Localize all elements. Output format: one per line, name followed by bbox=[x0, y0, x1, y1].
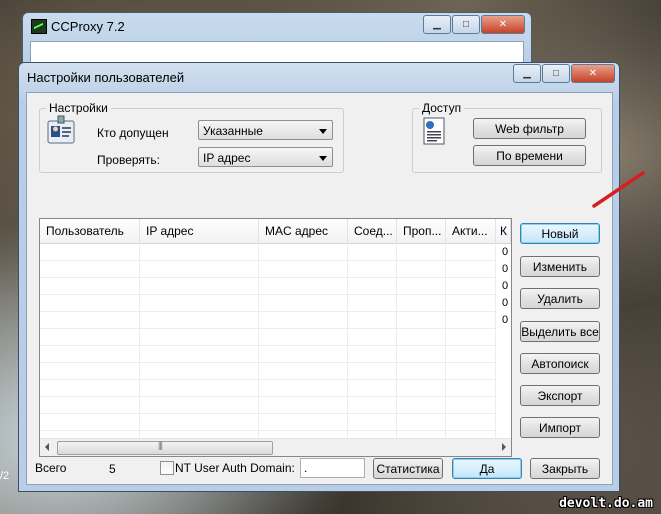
autofind-button[interactable]: Автопоиск bbox=[520, 353, 600, 374]
user-settings-dialog: Настройки пользователей ▁ □ ✕ Настройки … bbox=[18, 62, 620, 492]
who-allowed-label: Кто допущен bbox=[97, 126, 169, 140]
table-cell-k: 0 bbox=[502, 297, 509, 309]
column-header-user[interactable]: Пользователь bbox=[40, 219, 140, 243]
column-divider bbox=[495, 243, 496, 439]
row-divider bbox=[40, 430, 495, 431]
nt-auth-label: NT User Auth Domain: bbox=[175, 461, 295, 475]
table-cell-k: 0 bbox=[502, 246, 509, 258]
scroll-right-icon[interactable] bbox=[502, 443, 506, 451]
dialog-caption-buttons: ▁ □ ✕ bbox=[513, 64, 615, 83]
who-allowed-value: Указанные bbox=[203, 124, 263, 138]
close-icon[interactable]: ✕ bbox=[481, 15, 525, 34]
row-divider bbox=[40, 379, 495, 380]
schedule-button[interactable]: По времени bbox=[473, 145, 586, 166]
row-divider bbox=[40, 396, 495, 397]
column-header-ip[interactable]: IP адрес bbox=[140, 219, 259, 243]
maximize-icon[interactable]: □ bbox=[542, 64, 570, 83]
row-divider bbox=[40, 328, 495, 329]
red-arrow-annotation-icon bbox=[592, 171, 645, 208]
scrollbar-thumb[interactable] bbox=[57, 440, 273, 455]
column-divider bbox=[347, 243, 348, 439]
column-header-active[interactable]: Акти... bbox=[446, 219, 496, 243]
row-divider bbox=[40, 311, 495, 312]
column-divider bbox=[258, 243, 259, 439]
delete-user-button[interactable]: Удалить bbox=[520, 288, 600, 309]
row-divider bbox=[40, 260, 495, 261]
column-divider bbox=[445, 243, 446, 439]
total-label: Всего bbox=[35, 461, 67, 475]
row-divider bbox=[40, 277, 495, 278]
import-button[interactable]: Импорт bbox=[520, 417, 600, 438]
column-header-connections[interactable]: Соед... bbox=[348, 219, 397, 243]
check-by-select[interactable]: IP адрес bbox=[198, 147, 333, 167]
row-divider bbox=[40, 413, 495, 414]
dialog-client-area: Настройки Кто допущен Указанные Проверят… bbox=[26, 92, 613, 485]
table-cell-k: 0 bbox=[502, 263, 509, 275]
select-all-button[interactable]: Выделить все bbox=[520, 321, 600, 342]
background-window-caption-buttons: ▁ □ ✕ bbox=[423, 15, 525, 34]
ok-button[interactable]: Да bbox=[452, 458, 522, 479]
web-filter-button[interactable]: Web фильтр bbox=[473, 118, 586, 139]
export-button[interactable]: Экспорт bbox=[520, 385, 600, 406]
access-group-legend: Доступ bbox=[422, 101, 462, 115]
row-divider bbox=[40, 345, 495, 346]
who-allowed-select[interactable]: Указанные bbox=[198, 120, 333, 140]
nt-auth-checkbox[interactable] bbox=[160, 461, 174, 475]
maximize-icon[interactable]: □ bbox=[452, 15, 480, 34]
horizontal-scrollbar[interactable] bbox=[40, 438, 511, 456]
document-filter-icon bbox=[423, 117, 445, 145]
watermark-text: devolt.do.am bbox=[559, 496, 653, 511]
column-divider bbox=[396, 243, 397, 439]
total-count: 5 bbox=[109, 462, 116, 476]
minimize-icon[interactable]: ▁ bbox=[423, 15, 451, 34]
column-header-bandwidth[interactable]: Проп... bbox=[397, 219, 446, 243]
check-by-value: IP адрес bbox=[203, 151, 251, 165]
table-cell-k: 0 bbox=[502, 280, 509, 292]
column-divider bbox=[139, 243, 140, 439]
scroll-left-icon[interactable] bbox=[45, 443, 49, 451]
check-by-label: Проверять: bbox=[97, 153, 161, 167]
dialog-title: Настройки пользователей bbox=[27, 70, 185, 85]
close-button[interactable]: Закрыть bbox=[530, 458, 600, 479]
minimize-icon[interactable]: ▁ bbox=[513, 64, 541, 83]
edge-fragment-text: /2 bbox=[0, 470, 10, 482]
row-divider bbox=[40, 294, 495, 295]
column-header-mac[interactable]: MAC адрес bbox=[259, 219, 348, 243]
id-card-icon bbox=[47, 115, 75, 144]
row-divider bbox=[40, 362, 495, 363]
statistics-button[interactable]: Статистика bbox=[373, 458, 443, 479]
close-icon[interactable]: ✕ bbox=[571, 64, 615, 83]
chevron-down-icon bbox=[319, 156, 327, 161]
ccproxy-app-icon bbox=[31, 19, 47, 34]
table-cell-k: 0 bbox=[502, 314, 509, 326]
edit-user-button[interactable]: Изменить bbox=[520, 256, 600, 277]
users-table-header: Пользователь IP адрес MAC адрес Соед... … bbox=[40, 219, 511, 244]
column-header-k[interactable]: К bbox=[496, 219, 511, 243]
users-table[interactable]: Пользователь IP адрес MAC адрес Соед... … bbox=[39, 218, 512, 457]
settings-group-legend: Настройки bbox=[49, 101, 108, 115]
chevron-down-icon bbox=[319, 129, 327, 134]
nt-auth-domain-field[interactable]: . bbox=[300, 458, 365, 478]
new-user-button[interactable]: Новый bbox=[520, 223, 600, 244]
background-window-title: CCProxy 7.2 bbox=[51, 19, 125, 34]
